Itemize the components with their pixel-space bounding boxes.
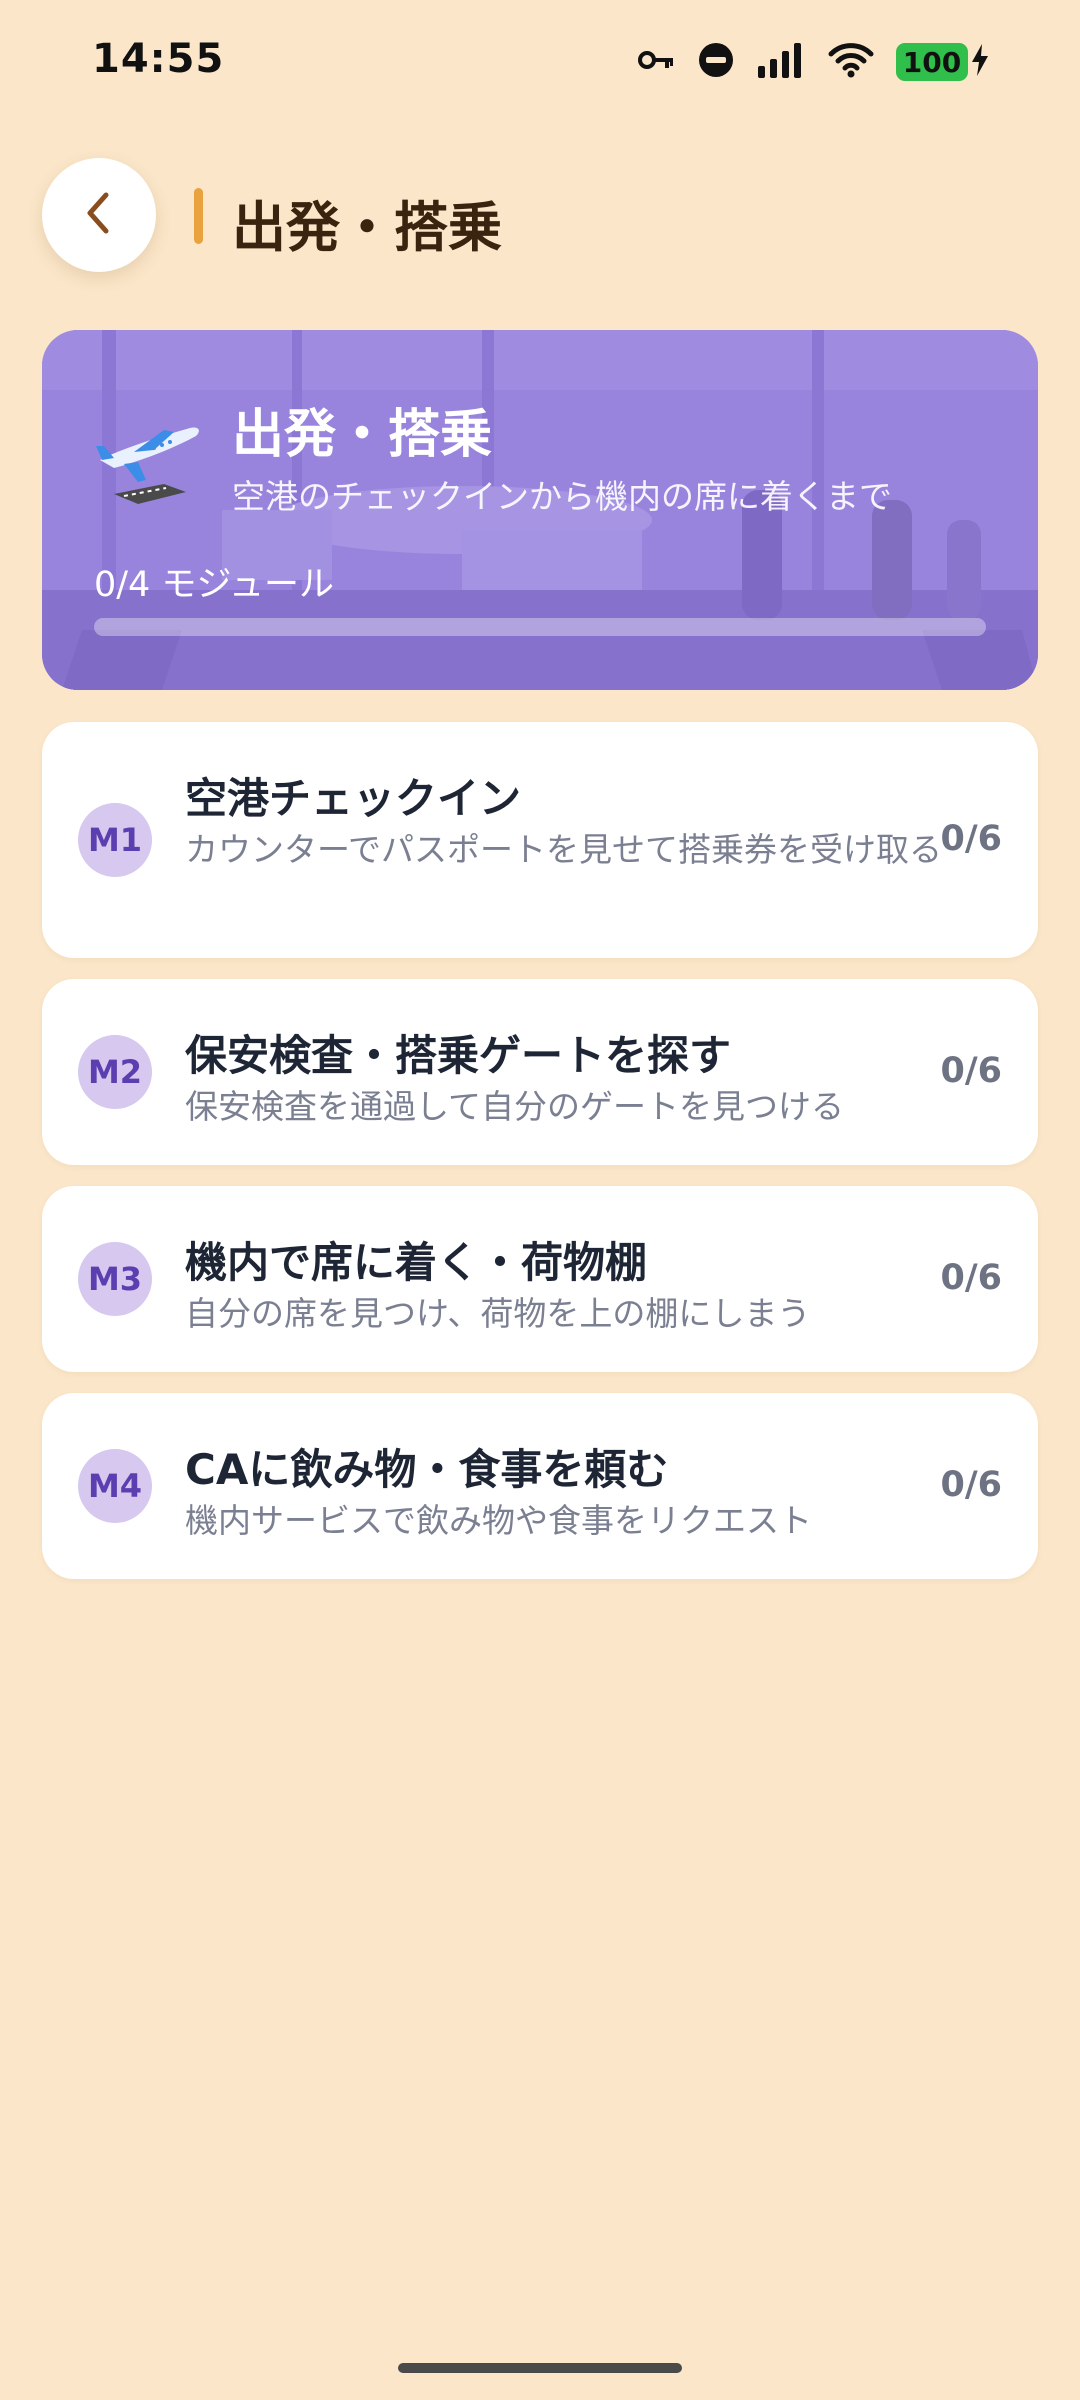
hero-progress-label: 0/4 モジュール — [94, 565, 335, 605]
module-progress: 0/6 — [940, 1258, 1003, 1298]
status-icons: 100 — [638, 36, 990, 88]
module-progress: 0/6 — [940, 1051, 1003, 1091]
airplane-icon — [94, 410, 204, 510]
hero-title: 出発・搭乗 — [232, 405, 493, 465]
do-not-disturb-icon — [698, 42, 734, 82]
screen: 14:55 100 出発・搭乗 出発・搭乗 空港のチェックインから機内の席に着く… — [0, 0, 1080, 2400]
key-icon — [638, 48, 676, 76]
status-bar: 14:55 100 — [0, 0, 1080, 120]
module-description: 機内サービスで飲み物や食事をリクエスト — [185, 1501, 812, 1540]
module-badge: M4 — [78, 1449, 152, 1523]
hero-card: 出発・搭乗 空港のチェックインから機内の席に着くまで 0/4 モジュール — [42, 330, 1038, 690]
signal-icon — [756, 42, 806, 82]
module-card-m3[interactable]: M3 機内で席に着く・荷物棚 自分の席を見つけ、荷物を上の棚にしまう 0/6 — [42, 1186, 1038, 1372]
module-progress: 0/6 — [940, 819, 1003, 859]
hero-subtitle: 空港のチェックインから機内の席に着くまで — [232, 477, 892, 516]
module-card-m1[interactable]: M1 空港チェックイン カウンターでパスポートを見せて搭乗券を受け取る 0/6 — [42, 722, 1038, 958]
module-progress: 0/6 — [940, 1465, 1003, 1505]
module-card-m2[interactable]: M2 保安検査・搭乗ゲートを探す 保安検査を通過して自分のゲートを見つける 0/… — [42, 979, 1038, 1165]
module-badge: M1 — [78, 803, 152, 877]
module-badge: M3 — [78, 1242, 152, 1316]
title-accent-bar — [194, 188, 203, 244]
back-button[interactable] — [42, 158, 156, 272]
status-time: 14:55 — [92, 36, 225, 82]
module-title: 保安検査・搭乗ゲートを探す — [185, 1031, 732, 1080]
home-indicator[interactable] — [398, 2363, 682, 2373]
module-title: 空港チェックイン — [185, 774, 522, 823]
battery-indicator: 100 — [896, 43, 990, 81]
battery-icon: 100 — [896, 43, 968, 81]
wifi-icon — [828, 42, 874, 82]
hero-progress-bar — [94, 618, 986, 636]
module-title: CAに飲み物・食事を頼む — [185, 1445, 669, 1494]
module-badge: M2 — [78, 1035, 152, 1109]
module-description: 保安検査を通過して自分のゲートを見つける — [185, 1087, 845, 1126]
chevron-left-icon — [82, 191, 116, 239]
module-description: カウンターでパスポートを見せて搭乗券を受け取る — [185, 830, 943, 869]
module-card-m4[interactable]: M4 CAに飲み物・食事を頼む 機内サービスで飲み物や食事をリクエスト 0/6 — [42, 1393, 1038, 1579]
page-title: 出発・搭乗 — [232, 196, 502, 259]
module-description: 自分の席を見つけ、荷物を上の棚にしまう — [185, 1294, 811, 1333]
module-title: 機内で席に着く・荷物棚 — [185, 1238, 648, 1287]
charging-icon — [970, 43, 990, 81]
